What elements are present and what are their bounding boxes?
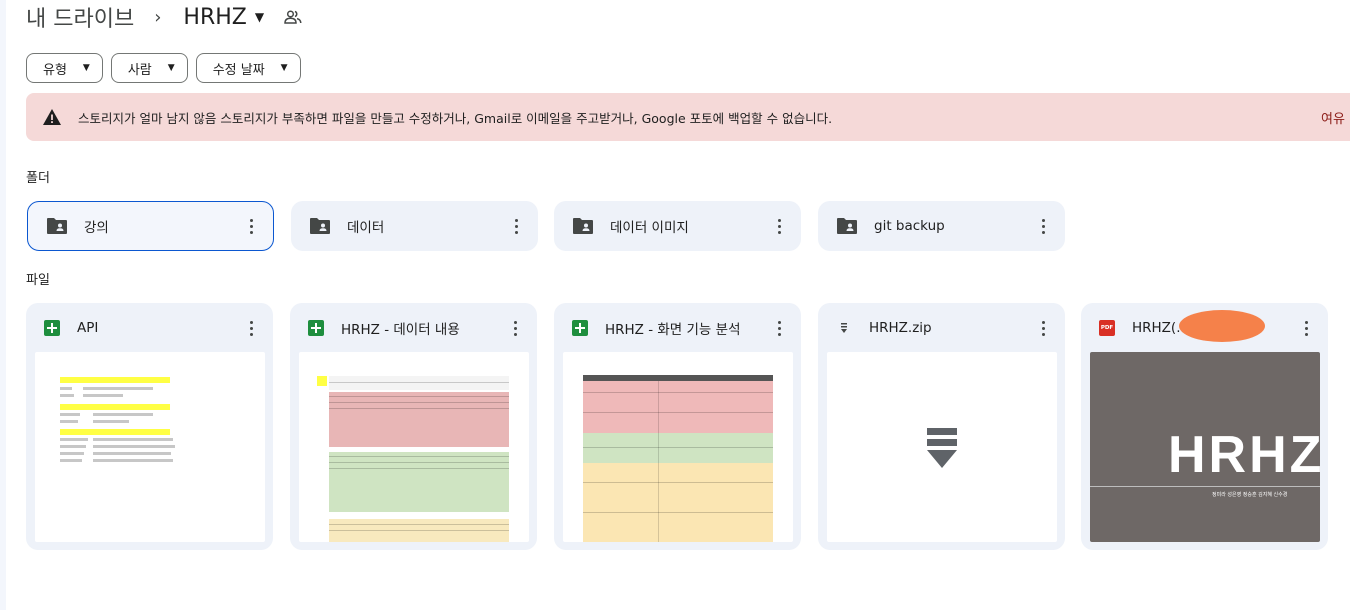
more-actions-icon[interactable] [506,216,526,236]
file-card[interactable]: HRHZ - 데이터 내용 [290,303,537,550]
storage-warning-banner: 스토리지가 얼마 남지 않음 스토리지가 부족하면 파일을 만들고 수정하거나,… [26,93,1350,141]
filter-modified-label: 수정 날짜 [212,62,265,78]
pdf-icon: PDF [1099,320,1115,336]
folder-name: 데이터 [347,220,385,236]
more-actions-icon[interactable] [1033,216,1053,236]
folder-card[interactable]: 데이터 이미지 [554,201,801,251]
caret-down-icon: ▼ [167,63,175,73]
more-actions-icon[interactable] [1033,318,1053,338]
file-thumbnail [35,352,265,542]
filter-modified-chip[interactable]: 수정 날짜 ▼ [195,53,301,83]
google-sheets-icon [572,320,588,336]
pdf-thumb-title: HRHZ [1168,426,1320,484]
breadcrumb-current-folder[interactable]: HRHZ ▼ [183,5,264,30]
files-section-title: 파일 [26,273,50,288]
free-up-space-button[interactable]: 여유 [1321,108,1345,127]
more-actions-icon[interactable] [1296,318,1316,338]
filter-type-chip[interactable]: 유형 ▼ [26,53,103,83]
shared-folder-icon [572,217,594,235]
folder-name: git backup [874,218,945,234]
file-name: API [77,320,99,336]
file-name: HRHZ - 데이터 내용 [341,322,460,338]
storage-warning-message: 스토리지가 얼마 남지 않음 스토리지가 부족하면 파일을 만들고 수정하거나,… [78,110,833,126]
file-card[interactable]: HRHZ.zip [818,303,1065,550]
left-edge [0,0,6,610]
folder-name: 데이터 이미지 [610,220,689,236]
shared-folder-icon [46,217,68,235]
more-actions-icon[interactable] [241,318,261,338]
pdf-thumb-caption: 정미라 성은영 정승훈 김지혜 신수경 [1212,492,1288,498]
filter-type-label: 유형 [43,62,67,78]
breadcrumb-separator-icon: › [154,6,162,28]
file-thumbnail [827,352,1057,542]
shared-people-icon[interactable] [284,10,302,24]
redaction-mark [1179,310,1265,342]
more-actions-icon[interactable] [505,318,525,338]
file-card[interactable]: HRHZ - 화면 기능 분석 [554,303,801,550]
more-actions-icon[interactable] [769,216,789,236]
zip-icon [836,320,852,336]
caret-down-icon: ▼ [82,63,90,73]
breadcrumb-current-label: HRHZ [183,4,247,30]
google-sheets-icon [308,320,324,336]
warning-icon [42,107,62,127]
zip-large-icon [927,428,957,468]
folder-card[interactable]: 강의 [27,201,274,251]
filter-people-label: 사람 [127,62,152,78]
caret-down-icon: ▼ [280,63,288,73]
filter-people-chip[interactable]: 사람 ▼ [110,53,188,83]
file-name: HRHZ - 화면 기능 분석 [605,322,741,338]
shared-folder-icon [836,217,858,235]
folders-section-title: 폴더 [26,171,50,186]
shared-folder-icon [309,217,331,235]
file-name: HRHZ.zip [869,320,932,336]
caret-down-icon: ▼ [254,10,265,24]
file-card[interactable]: API [26,303,273,550]
file-thumbnail: HRHZ 정미라 성은영 정승훈 김지혜 신수경 [1090,352,1320,542]
breadcrumb-root[interactable]: 내 드라이브 [26,1,134,33]
breadcrumb: 내 드라이브 › HRHZ ▼ [26,0,302,34]
folder-card[interactable]: 데이터 [291,201,538,251]
folder-card[interactable]: git backup [818,201,1065,251]
more-actions-icon[interactable] [769,318,789,338]
folder-name: 강의 [84,220,109,236]
google-sheets-icon [44,320,60,336]
more-actions-icon[interactable] [241,216,261,236]
file-thumbnail [563,352,793,542]
file-thumbnail [299,352,529,542]
filter-chips: 유형 ▼ 사람 ▼ 수정 날짜 ▼ [26,53,301,83]
